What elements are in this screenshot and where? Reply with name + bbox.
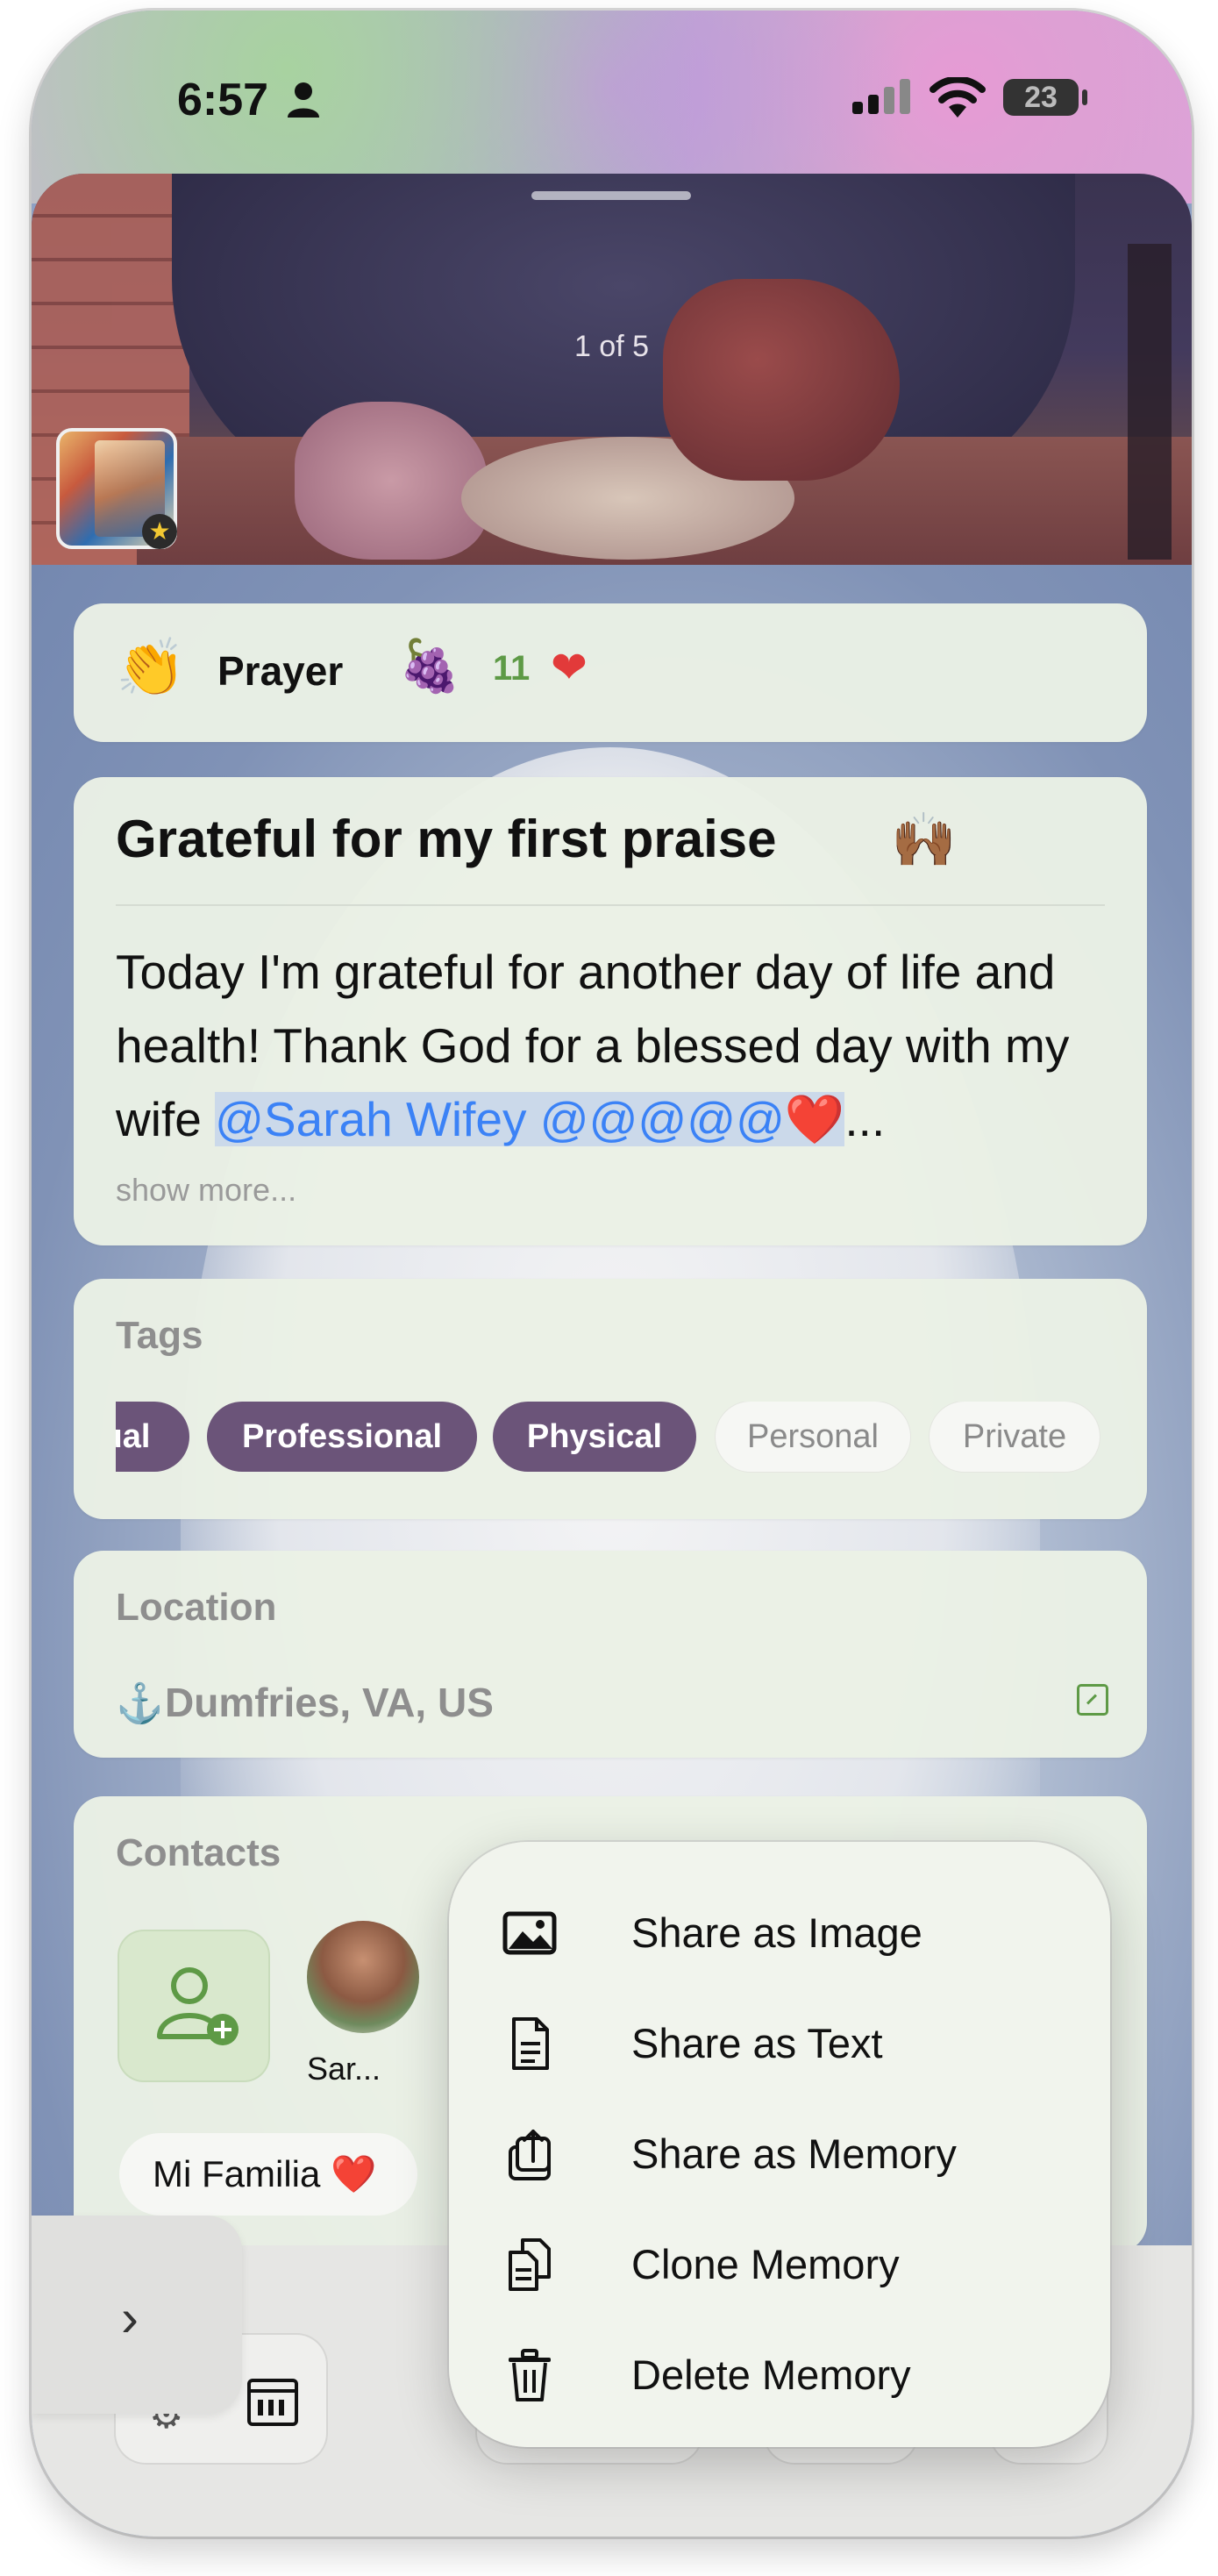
prayer-label: Prayer bbox=[217, 648, 344, 694]
heart-emoji: ❤️ bbox=[784, 1092, 845, 1146]
memory-post-card: Grateful for my first praise 🙌🏾 Today I'… bbox=[74, 777, 1147, 1245]
photo-hand bbox=[663, 279, 900, 481]
tag-chip[interactable]: Personal bbox=[716, 1402, 910, 1472]
clone-icon bbox=[509, 2238, 551, 2291]
tag-chip[interactable]: Private bbox=[930, 1402, 1100, 1472]
post-body: Today I'm grateful for another day of li… bbox=[116, 935, 1107, 1156]
clock: 6:57 bbox=[177, 75, 269, 125]
menu-item-share-memory[interactable]: Share as Memory bbox=[502, 2110, 1063, 2198]
post-title: Grateful for my first praise bbox=[116, 810, 777, 868]
status-bar: 6:57 23 bbox=[32, 63, 1192, 142]
tags-label: Tags bbox=[116, 1314, 203, 1357]
photo-icon bbox=[502, 1911, 557, 1955]
praying-hands-icon: 👏 bbox=[116, 636, 186, 699]
share-icon bbox=[509, 2130, 551, 2180]
menu-item-label: Delete Memory bbox=[631, 2351, 911, 2398]
contact-name: Sar... bbox=[307, 2051, 381, 2087]
context-menu: Share as Image Share as Text Share as Me… bbox=[449, 1842, 1110, 2447]
location-label: Location bbox=[116, 1586, 277, 1629]
grapes-icon: 🍇 bbox=[398, 638, 462, 695]
contact-group-chip[interactable]: Mi Familia ❤️ bbox=[119, 2133, 417, 2216]
menu-item-label: Share as Text bbox=[631, 2020, 883, 2066]
calendar-icon[interactable] bbox=[247, 2379, 298, 2426]
memory-photo[interactable]: 1 of 5 ★ bbox=[32, 174, 1192, 565]
battery-icon: 23 bbox=[1003, 79, 1079, 116]
tag-chip[interactable]: Physical bbox=[493, 1402, 696, 1472]
heart-icon[interactable]: ❤ bbox=[551, 642, 588, 693]
photo-counter: 1 of 5 bbox=[573, 330, 650, 363]
photo-glass bbox=[1128, 244, 1172, 560]
person-icon bbox=[288, 82, 319, 118]
contacts-label: Contacts bbox=[116, 1831, 281, 1874]
photo-napkin bbox=[295, 402, 488, 560]
menu-item-share-text[interactable]: Share as Text bbox=[502, 2000, 1063, 2087]
tags-scroller[interactable]: ual Professional Physical Personal Priva… bbox=[116, 1402, 1115, 1474]
raised-hands-icon: 🙌🏾 bbox=[891, 810, 957, 869]
anchor-icon: ⚓ bbox=[116, 1682, 164, 1725]
prayer-card[interactable]: 👏 Prayer 🍇 11 ❤ bbox=[74, 603, 1147, 742]
open-in-maps-icon[interactable] bbox=[1077, 1684, 1108, 1716]
trash-icon bbox=[509, 2349, 551, 2401]
menu-item-delete-memory[interactable]: Delete Memory bbox=[502, 2331, 1063, 2419]
menu-item-label: Share as Image bbox=[631, 1909, 922, 1956]
prayer-count: 11 bbox=[493, 649, 531, 688]
menu-item-label: Share as Memory bbox=[631, 2130, 957, 2177]
chevron-right-icon: › bbox=[121, 2288, 139, 2347]
mention-link[interactable]: @Sarah Wifey @@@@@ bbox=[215, 1092, 785, 1146]
tags-card: Tags ual Professional Physical Personal … bbox=[74, 1279, 1147, 1519]
cellular-signal-icon bbox=[852, 79, 910, 114]
wifi-icon bbox=[930, 77, 986, 118]
sheet-grabber[interactable] bbox=[531, 191, 691, 200]
expand-side-tab[interactable]: › bbox=[32, 2216, 242, 2414]
contact-avatar[interactable] bbox=[307, 1921, 419, 2033]
menu-item-label: Clone Memory bbox=[631, 2241, 900, 2287]
phone-screen: 6:57 23 1 of 5 ★ 👏 Prayer 🍇 11 ❤ Gratefu… bbox=[32, 11, 1192, 2537]
battery-tip bbox=[1082, 89, 1087, 105]
tag-chip[interactable]: ual bbox=[116, 1402, 189, 1472]
add-person-icon bbox=[157, 1967, 239, 2045]
show-more-link[interactable]: show more... bbox=[116, 1172, 296, 1209]
menu-item-share-image[interactable]: Share as Image bbox=[502, 1889, 1063, 1977]
menu-item-clone-memory[interactable]: Clone Memory bbox=[502, 2221, 1063, 2308]
document-icon bbox=[512, 2017, 549, 2070]
divider bbox=[116, 904, 1105, 906]
star-icon: ★ bbox=[142, 514, 177, 549]
location-value: Dumfries, VA, US bbox=[165, 1680, 494, 1725]
add-contact-button[interactable] bbox=[119, 1931, 268, 2080]
tag-chip[interactable]: Professional bbox=[207, 1402, 477, 1472]
post-ellipsis: ... bbox=[844, 1092, 886, 1146]
location-card[interactable]: Location ⚓ Dumfries, VA, US bbox=[74, 1551, 1147, 1758]
